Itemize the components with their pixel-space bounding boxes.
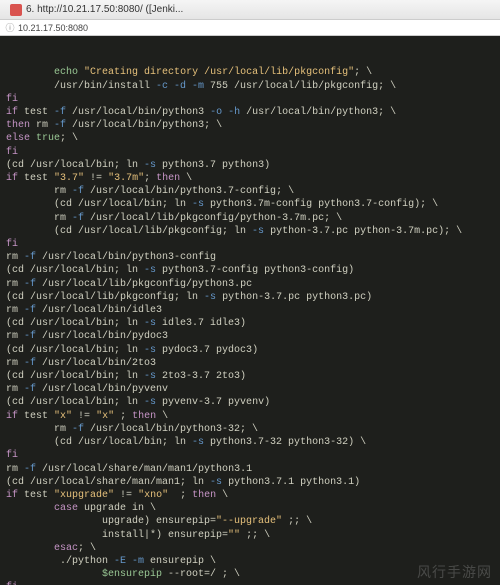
terminal-line: rm -f /usr/local/bin/python3-32; \ (6, 423, 494, 436)
terminal-line: upgrade) ensurepip="--upgrade" ;; \ (6, 515, 494, 528)
terminal-line: fi (6, 449, 494, 462)
terminal-line: esac; \ (6, 542, 494, 555)
terminal-line: (cd /usr/local/bin; ln -s python3.7-32 p… (6, 436, 494, 449)
terminal-line: (cd /usr/local/bin; ln -s idle3.7 idle3) (6, 317, 494, 330)
terminal-line: rm -f /usr/local/bin/python3-config (6, 251, 494, 264)
terminal-line: fi (6, 238, 494, 251)
browser-tab-bar: 6. http://10.21.17.50:8080/ ([Jenki... (0, 0, 500, 20)
browser-tab[interactable]: 6. http://10.21.17.50:8080/ ([Jenki... (4, 0, 189, 19)
terminal-line: fi (6, 581, 494, 585)
terminal-line: rm -f /usr/local/bin/pyvenv (6, 383, 494, 396)
terminal-line: (cd /usr/local/bin; ln -s python3.7 pyth… (6, 159, 494, 172)
terminal-line: rm -f /usr/local/bin/idle3 (6, 304, 494, 317)
terminal-line: fi (6, 93, 494, 106)
watermark-text: 风行手游网 (417, 566, 492, 579)
terminal-line: rm -f /usr/local/share/man/man1/python3.… (6, 463, 494, 476)
terminal-output[interactable]: echo "Creating directory /usr/local/lib/… (0, 36, 500, 585)
terminal-line: (cd /usr/local/bin; ln -s pyvenv-3.7 pyv… (6, 396, 494, 409)
terminal-line: if test "x" != "x" ; then \ (6, 410, 494, 423)
terminal-line: fi (6, 146, 494, 159)
url-text: 10.21.17.50:8080 (18, 23, 88, 33)
terminal-line: rm -f /usr/local/bin/python3.7-config; \ (6, 185, 494, 198)
jenkins-icon (10, 4, 22, 16)
terminal-line: case upgrade in \ (6, 502, 494, 515)
terminal-line: /usr/bin/install -c -d -m 755 /usr/local… (6, 80, 494, 93)
terminal-line: if test "3.7" != "3.7m"; then \ (6, 172, 494, 185)
terminal-line: (cd /usr/local/lib/pkgconfig; ln -s pyth… (6, 291, 494, 304)
terminal-line: (cd /usr/local/bin; ln -s pydoc3.7 pydoc… (6, 344, 494, 357)
terminal-line: (cd /usr/local/share/man/man1; ln -s pyt… (6, 476, 494, 489)
terminal-line: rm -f /usr/local/bin/2to3 (6, 357, 494, 370)
terminal-line: echo "Creating directory /usr/local/lib/… (6, 66, 494, 79)
tab-title: 6. http://10.21.17.50:8080/ ([Jenki... (26, 4, 183, 15)
terminal-line: if test -f /usr/local/bin/python3 -o -h … (6, 106, 494, 119)
terminal-line: else true; \ (6, 132, 494, 145)
terminal-line: rm -f /usr/local/lib/pkgconfig/python3.p… (6, 278, 494, 291)
info-icon: ⓘ (6, 24, 14, 32)
browser-url-bar[interactable]: ⓘ 10.21.17.50:8080 (0, 20, 500, 36)
terminal-line: (cd /usr/local/bin; ln -s python3.7-conf… (6, 264, 494, 277)
terminal-line: rm -f /usr/local/bin/pydoc3 (6, 330, 494, 343)
terminal-line: rm -f /usr/local/lib/pkgconfig/python-3.… (6, 212, 494, 225)
terminal-line: (cd /usr/local/bin; ln -s python3.7m-con… (6, 198, 494, 211)
terminal-line: if test "xupgrade" != "xno" ; then \ (6, 489, 494, 502)
terminal-line: (cd /usr/local/lib/pkgconfig; ln -s pyth… (6, 225, 494, 238)
terminal-line: (cd /usr/local/bin; ln -s 2to3-3.7 2to3) (6, 370, 494, 383)
terminal-line: install|*) ensurepip="" ;; \ (6, 529, 494, 542)
terminal-line: then rm -f /usr/local/bin/python3; \ (6, 119, 494, 132)
